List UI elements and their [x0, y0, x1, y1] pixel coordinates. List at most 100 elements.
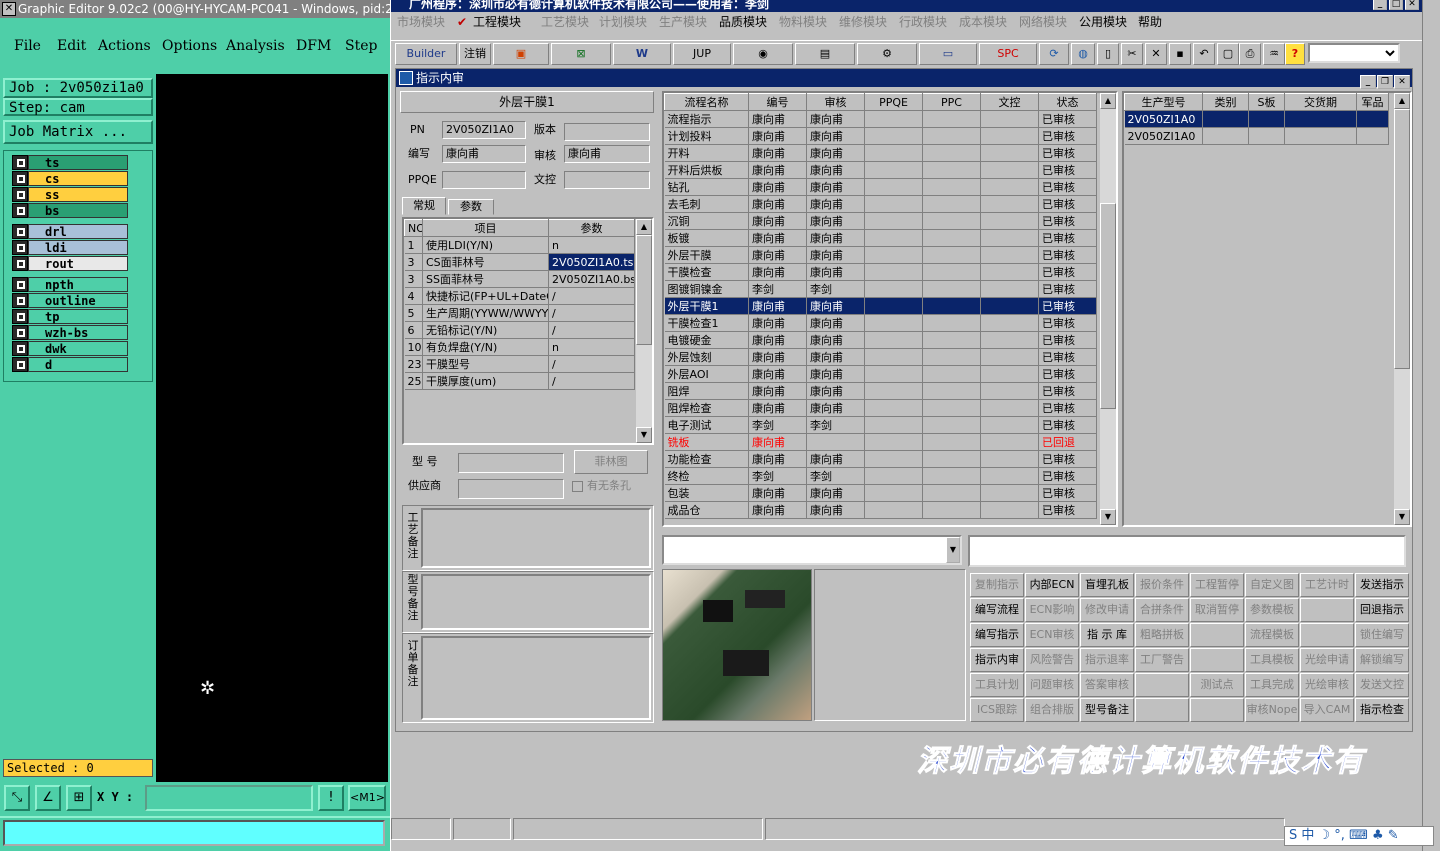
- cell[interactable]: /: [548, 287, 635, 305]
- reviewer-field[interactable]: 康向甫: [564, 145, 650, 163]
- writer-cell[interactable]: 李剑: [748, 467, 807, 485]
- status-cell[interactable]: 已审核: [1038, 382, 1097, 400]
- ppqe-cell[interactable]: [864, 331, 923, 349]
- ppc-cell[interactable]: [922, 280, 981, 298]
- restore-icon[interactable]: ❐: [1377, 75, 1393, 89]
- reviewer-cell[interactable]: 康向甫: [806, 110, 865, 128]
- doc-cell[interactable]: [980, 382, 1039, 400]
- action-button[interactable]: 工程暂停: [1190, 573, 1244, 597]
- layer-checkbox[interactable]: [12, 309, 28, 324]
- table-row[interactable]: 2V050ZI1A0: [1124, 127, 1389, 145]
- status-cell[interactable]: 已审核: [1038, 501, 1097, 519]
- scroll-thumb[interactable]: [1100, 203, 1116, 409]
- ppc-cell[interactable]: [922, 433, 981, 451]
- doc-cell[interactable]: [980, 195, 1039, 213]
- ppc-cell[interactable]: [922, 246, 981, 264]
- table-row[interactable]: 23 干膜型号 /: [404, 355, 635, 373]
- col-no[interactable]: NO: [404, 219, 423, 237]
- new-icon[interactable]: ▯: [1097, 43, 1119, 65]
- menu-material[interactable]: 物料模块: [779, 12, 827, 32]
- status-cell[interactable]: 已审核: [1038, 331, 1097, 349]
- ppqe-cell[interactable]: [864, 144, 923, 162]
- cell[interactable]: 10: [404, 338, 423, 356]
- scroll-up-icon[interactable]: ▲: [1100, 93, 1116, 109]
- ppqe-cell[interactable]: [864, 484, 923, 502]
- writer-cell[interactable]: 康向甫: [748, 212, 807, 230]
- ppqe-cell[interactable]: [864, 399, 923, 417]
- reviewer-cell[interactable]: 康向甫: [806, 382, 865, 400]
- graphics-canvas[interactable]: ✲: [156, 74, 388, 782]
- status-cell[interactable]: 已审核: [1038, 229, 1097, 247]
- layer-row[interactable]: npth: [12, 277, 128, 292]
- help-icon[interactable]: ?: [1285, 43, 1305, 65]
- layer-row[interactable]: dwk: [12, 341, 128, 356]
- status-cell[interactable]: 已审核: [1038, 144, 1097, 162]
- writer-cell[interactable]: 康向甫: [748, 263, 807, 281]
- status-cell[interactable]: 已审核: [1038, 280, 1097, 298]
- doc-cell[interactable]: [980, 212, 1039, 230]
- writer-cell[interactable]: 康向甫: [748, 433, 807, 451]
- reviewer-cell[interactable]: 康向甫: [806, 484, 865, 502]
- ppqe-cell[interactable]: [864, 365, 923, 383]
- action-button[interactable]: 发送文控: [1355, 673, 1409, 697]
- writer-cell[interactable]: 康向甫: [748, 229, 807, 247]
- layer-checkbox[interactable]: [12, 341, 28, 356]
- ppt-icon[interactable]: ▣: [493, 43, 549, 65]
- ppqe-cell[interactable]: [864, 297, 923, 315]
- excel-icon[interactable]: ⊠: [551, 43, 611, 65]
- doc-cell[interactable]: [980, 433, 1039, 451]
- flow-name-cell[interactable]: 外层蚀刻: [664, 348, 749, 366]
- table-row[interactable]: 开料后烘板 康向甫 康向甫 已审核: [664, 161, 1097, 179]
- layer-row[interactable]: ldi: [12, 240, 128, 255]
- measure-icon[interactable]: ∠: [35, 785, 61, 811]
- menu-market[interactable]: 市场模块: [397, 12, 445, 32]
- table-row[interactable]: 功能检查 康向甫 康向甫 已审核: [664, 450, 1097, 468]
- cell[interactable]: 快捷标记(FP+UL+DateC: [422, 287, 549, 305]
- writer-cell[interactable]: 康向甫: [748, 382, 807, 400]
- cell[interactable]: [1356, 127, 1389, 145]
- scroll-down-icon[interactable]: ▼: [1100, 509, 1116, 525]
- info-icon[interactable]: !: [318, 785, 344, 811]
- ppqe-cell[interactable]: [864, 467, 923, 485]
- cell[interactable]: 3: [404, 270, 423, 288]
- doc-cell[interactable]: [980, 314, 1039, 332]
- ppqe-cell[interactable]: [864, 348, 923, 366]
- flow-name-cell[interactable]: 干膜检查1: [664, 314, 749, 332]
- ppc-cell[interactable]: [922, 314, 981, 332]
- cell[interactable]: n: [548, 338, 635, 356]
- reviewer-cell[interactable]: 康向甫: [806, 501, 865, 519]
- doc-cell[interactable]: [980, 127, 1039, 145]
- action-button[interactable]: 风险警告: [1025, 648, 1079, 672]
- status-cell[interactable]: 已审核: [1038, 365, 1097, 383]
- table-row[interactable]: 钻孔 康向甫 康向甫 已审核: [664, 178, 1097, 196]
- action-button[interactable]: 指 示 库: [1080, 623, 1134, 647]
- table-row[interactable]: 外层AOI 康向甫 康向甫 已审核: [664, 365, 1097, 383]
- ppqe-cell[interactable]: [864, 195, 923, 213]
- flow-name-cell[interactable]: 功能检查: [664, 450, 749, 468]
- status-cell[interactable]: 已审核: [1038, 314, 1097, 332]
- flow-name-cell[interactable]: 铣板: [664, 433, 749, 451]
- cell[interactable]: 25: [404, 372, 423, 390]
- ppc-cell[interactable]: [922, 263, 981, 281]
- table-row[interactable]: 干膜检查 康向甫 康向甫 已审核: [664, 263, 1097, 281]
- note-input[interactable]: [968, 535, 1406, 567]
- scroll-thumb[interactable]: [1394, 109, 1410, 369]
- action-button[interactable]: 编写指示: [970, 623, 1024, 647]
- film-image-button[interactable]: 菲林图: [574, 450, 648, 474]
- layer-row[interactable]: wzh-bs: [12, 325, 128, 340]
- status-cell[interactable]: 已审核: [1038, 127, 1097, 145]
- flow-name-cell[interactable]: 电镀硬金: [664, 331, 749, 349]
- scroll-up-icon[interactable]: ▲: [636, 219, 652, 235]
- ppc-cell[interactable]: [922, 365, 981, 383]
- reviewer-cell[interactable]: 康向甫: [806, 263, 865, 281]
- doc-cell[interactable]: [980, 280, 1039, 298]
- flow-name-cell[interactable]: 阻焊检查: [664, 399, 749, 417]
- reviewer-cell[interactable]: 康向甫: [806, 348, 865, 366]
- table-row[interactable]: 终检 李剑 李剑 已审核: [664, 467, 1097, 485]
- reviewer-cell[interactable]: 康向甫: [806, 314, 865, 332]
- action-button[interactable]: 自定义图: [1245, 573, 1299, 597]
- writer-cell[interactable]: 康向甫: [748, 297, 807, 315]
- action-button[interactable]: 组合排版: [1025, 698, 1079, 722]
- menu-production[interactable]: 生产模块: [659, 12, 707, 32]
- flow-name-cell[interactable]: 沉铜: [664, 212, 749, 230]
